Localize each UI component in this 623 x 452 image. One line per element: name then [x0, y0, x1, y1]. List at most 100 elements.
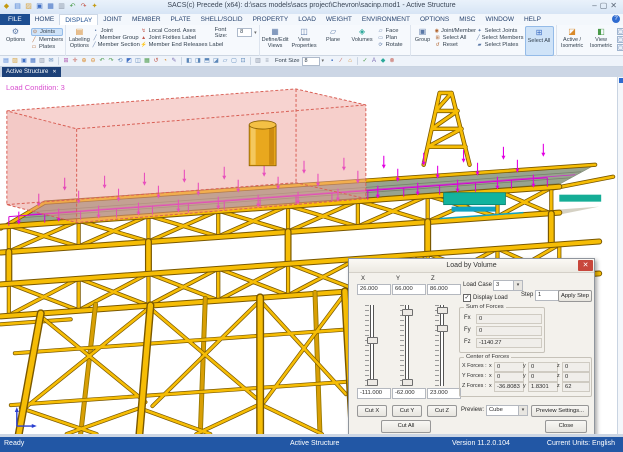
- toolbar-icon[interactable]: ⌂: [346, 57, 354, 65]
- selection-item[interactable]: ╱ Select Members: [477, 35, 523, 41]
- ribbon-tab[interactable]: JOINT: [98, 14, 127, 25]
- view-isometric-button[interactable]: ◧ View Isometric: [588, 26, 615, 56]
- toolbar-icon[interactable]: ✛: [71, 57, 79, 65]
- preview-select[interactable]: Cube▾: [486, 405, 528, 416]
- font-size-control[interactable]: Font Size: 8 ▾: [215, 28, 257, 37]
- ribbon-tab[interactable]: WINDOW: [480, 14, 519, 25]
- toolbar-icon[interactable]: ◫: [134, 57, 142, 65]
- toolbar-icon[interactable]: ✉: [47, 57, 55, 65]
- z-min-field[interactable]: 23.000: [427, 388, 461, 399]
- toolbar-icon[interactable]: ⊗: [388, 57, 396, 65]
- toolbar-icon[interactable]: ▣: [20, 57, 28, 65]
- toolbar-icon[interactable]: [58, 57, 59, 65]
- toolbar-icon[interactable]: ⬒: [203, 57, 211, 65]
- dialog-title[interactable]: Load by Volume: [349, 259, 594, 273]
- preview-settings-button[interactable]: Preview Settings...: [531, 405, 589, 417]
- volumes-button[interactable]: ◈ Volumes: [349, 26, 376, 56]
- ribbon-tab[interactable]: OPTIONS: [415, 14, 454, 25]
- x-slider-handle[interactable]: [367, 337, 378, 344]
- orientation-preset-icon[interactable]: ▢: [617, 44, 623, 51]
- ribbon-tab[interactable]: FILE: [0, 14, 30, 25]
- toolbar-icon[interactable]: ▨: [11, 57, 19, 65]
- labeling-item[interactable]: ▲ Joint Fixities Label: [141, 35, 213, 41]
- y-max-field[interactable]: 66.000: [392, 284, 426, 295]
- document-tab-active-structure[interactable]: Active Structure ✕: [2, 67, 61, 77]
- view-properties-button[interactable]: ◫ View Properties: [291, 26, 318, 56]
- ribbon-tab[interactable]: MEMBER: [127, 14, 166, 25]
- selection-item[interactable]: ↺ Reset: [435, 42, 475, 48]
- toolbar-icon[interactable]: ◔: [161, 57, 169, 65]
- toolbar-icon[interactable]: ◩: [125, 57, 133, 65]
- ribbon-tab[interactable]: ENVIRONMENT: [357, 14, 415, 25]
- x-min-field[interactable]: -111.000: [357, 388, 391, 399]
- selection-item[interactable]: ◉ Joint/Member: [435, 28, 475, 34]
- toolbar-icon[interactable]: ◆: [379, 57, 387, 65]
- display-toggle[interactable]: ▭ Plates: [31, 44, 63, 50]
- toolbar-icon[interactable]: [357, 57, 358, 65]
- define-edit-views-button[interactable]: ▦ Define/Edit Views: [262, 26, 289, 56]
- apply-step-button[interactable]: Apply Step: [558, 290, 592, 302]
- views-item[interactable]: ⟳ Rotate: [378, 42, 408, 48]
- labeling-item[interactable]: ↯ Local Coord. Axes: [141, 28, 213, 34]
- z-slider-handle[interactable]: [437, 325, 448, 332]
- y-slider-handle[interactable]: [402, 309, 413, 316]
- close-button[interactable]: Close: [545, 420, 587, 433]
- views-item[interactable]: ▱ Face: [378, 28, 408, 34]
- ribbon-tab[interactable]: WEIGHT: [321, 14, 357, 25]
- display-load-checkbox[interactable]: ✓ Display Load: [463, 294, 508, 302]
- toolbar-icon[interactable]: [250, 57, 251, 65]
- window-controls[interactable]: –▢✕: [592, 1, 620, 10]
- toolbar-icon[interactable]: ⟲: [116, 57, 124, 65]
- toolbar-icon[interactable]: ↺: [152, 57, 160, 65]
- x-slider-handle[interactable]: [367, 379, 378, 386]
- y-slider-handle[interactable]: [402, 379, 413, 386]
- toolbar-icon[interactable]: ▦: [29, 57, 37, 65]
- options-button[interactable]: ⚙ Options: [2, 26, 29, 56]
- labeling-item[interactable]: • Joint: [93, 28, 139, 34]
- toolbar-icon[interactable]: ◪: [212, 57, 220, 65]
- plane-button[interactable]: ▱ Plane: [320, 26, 347, 56]
- toolbar-icon[interactable]: ⊡: [239, 57, 247, 65]
- labeling-item[interactable]: ╱ Member Section: [93, 42, 139, 48]
- toolbar-icon[interactable]: ◨: [194, 57, 202, 65]
- toolbar-icon[interactable]: ▢: [230, 57, 238, 65]
- ribbon-tab[interactable]: MISC: [454, 14, 480, 25]
- display-toggle[interactable]: ╱ Members: [31, 37, 63, 43]
- y-min-field[interactable]: -62.000: [392, 388, 426, 399]
- toolbar-icon[interactable]: ⊞: [62, 57, 70, 65]
- toolbar-icon[interactable]: ∕: [337, 57, 345, 65]
- select-all-button[interactable]: ⊞ Select All: [525, 26, 554, 56]
- labeling-item[interactable]: ╱ Member Group: [93, 35, 139, 41]
- toolbar-icon[interactable]: ◧: [185, 57, 193, 65]
- ribbon-tab[interactable]: PROPERTY: [248, 14, 294, 25]
- toolbar-icon[interactable]: ≡: [263, 57, 271, 65]
- y-range-slider[interactable]: [400, 305, 412, 386]
- ribbon-tab[interactable]: HOME: [30, 14, 60, 25]
- toolbar-icon[interactable]: ↶: [98, 57, 106, 65]
- z-range-slider[interactable]: [435, 305, 447, 386]
- cut-x-button[interactable]: Cut X: [357, 405, 387, 417]
- ribbon-tab[interactable]: PLATE: [166, 14, 196, 25]
- z-max-field[interactable]: 86.000: [427, 284, 461, 295]
- toolbar-icon[interactable]: ▥: [254, 57, 262, 65]
- toolbar-icon[interactable]: ▥: [38, 57, 46, 65]
- dialog-close-icon[interactable]: ✕: [578, 260, 593, 271]
- selection-item[interactable]: ✦ Select Joints: [477, 28, 523, 34]
- help-icon[interactable]: ?: [612, 15, 620, 23]
- ribbon-tab[interactable]: DISPLAY: [59, 14, 98, 25]
- x-max-field[interactable]: 26.000: [357, 284, 391, 295]
- x-range-slider[interactable]: [365, 305, 377, 386]
- active-isometric-button[interactable]: ◪ Active / Isometric: [559, 26, 586, 56]
- selection-item[interactable]: ⊞ Select All: [435, 35, 475, 41]
- toolbar-icon[interactable]: ⊕: [80, 57, 88, 65]
- load-case-select[interactable]: 3▾: [493, 280, 523, 291]
- toolbar-icon[interactable]: ✎: [170, 57, 178, 65]
- orientation-preset-icon[interactable]: ▢: [617, 36, 623, 43]
- cut-all-button[interactable]: Cut All: [381, 420, 431, 433]
- toolbar-icon[interactable]: ▱: [221, 57, 229, 65]
- toolbar-icon[interactable]: ⊖: [89, 57, 97, 65]
- toolbar-font-size[interactable]: Font Size 8 ▾: [275, 57, 324, 66]
- cut-y-button[interactable]: Cut Y: [392, 405, 422, 417]
- orientation-preset-icon[interactable]: ▢: [617, 28, 623, 35]
- group-button[interactable]: ▣ Group: [413, 26, 433, 56]
